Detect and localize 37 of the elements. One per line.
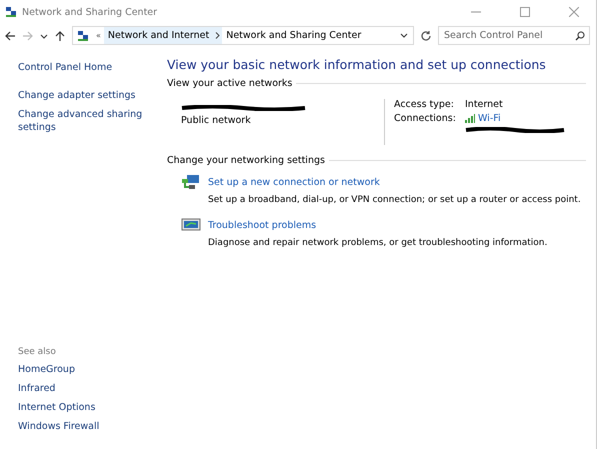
task-description: Diagnose and repair network problems, or get troubleshooting information. xyxy=(208,238,548,248)
task-description: Set up a broadband, dial-up, or VPN connection; or set up a router or access point. xyxy=(208,195,582,205)
section-heading: View your active networks xyxy=(167,78,292,89)
network-type: Public network xyxy=(181,115,252,126)
window-title: Network and Sharing Center xyxy=(22,6,158,18)
see-also-link[interactable]: Internet Options xyxy=(18,401,167,414)
access-type-value: Internet xyxy=(465,99,504,110)
section-heading: Change your networking settings xyxy=(167,155,325,166)
page-heading: View your basic network information and set up connections xyxy=(167,57,547,72)
sidebar-link[interactable]: Control Panel Home xyxy=(18,61,167,74)
see-also-heading: See also xyxy=(18,347,57,357)
search-icon[interactable] xyxy=(575,31,585,41)
monitor-icon xyxy=(181,217,201,233)
access-type-label: Access type: xyxy=(394,99,455,110)
chevron-right-icon[interactable] xyxy=(213,27,222,44)
back-arrow-icon[interactable] xyxy=(4,30,16,42)
network-setup-icon xyxy=(181,174,201,190)
maximize-icon[interactable] xyxy=(520,7,530,17)
connections-label: Connections: xyxy=(394,113,457,124)
up-arrow-icon[interactable] xyxy=(54,30,66,42)
network-center-icon xyxy=(76,30,90,42)
network-center-icon xyxy=(5,6,17,18)
refresh-icon[interactable] xyxy=(420,30,432,42)
task-link[interactable]: Troubleshoot problems xyxy=(208,220,586,230)
task-link[interactable]: Set up a new connection or network xyxy=(208,176,586,188)
see-also-link[interactable]: HomeGroup xyxy=(18,363,167,376)
search-field[interactable]: Search Control Panel xyxy=(438,26,590,45)
see-also-link[interactable]: Windows Firewall xyxy=(18,420,167,433)
breadcrumb[interactable]: Network and Internet xyxy=(104,27,214,44)
wifi-link[interactable]: Wi-Fi xyxy=(478,113,501,124)
sidebar-link[interactable]: Change adapter settings xyxy=(18,89,167,102)
see-also-link[interactable]: Infrared xyxy=(18,382,167,395)
close-icon[interactable] xyxy=(569,7,579,17)
sidebar-link[interactable]: Change advanced sharing settings xyxy=(18,108,167,134)
chevron-down-icon[interactable] xyxy=(399,32,409,40)
signal-bars-icon xyxy=(465,114,475,123)
overflow-chevrons[interactable]: « xyxy=(93,31,104,40)
